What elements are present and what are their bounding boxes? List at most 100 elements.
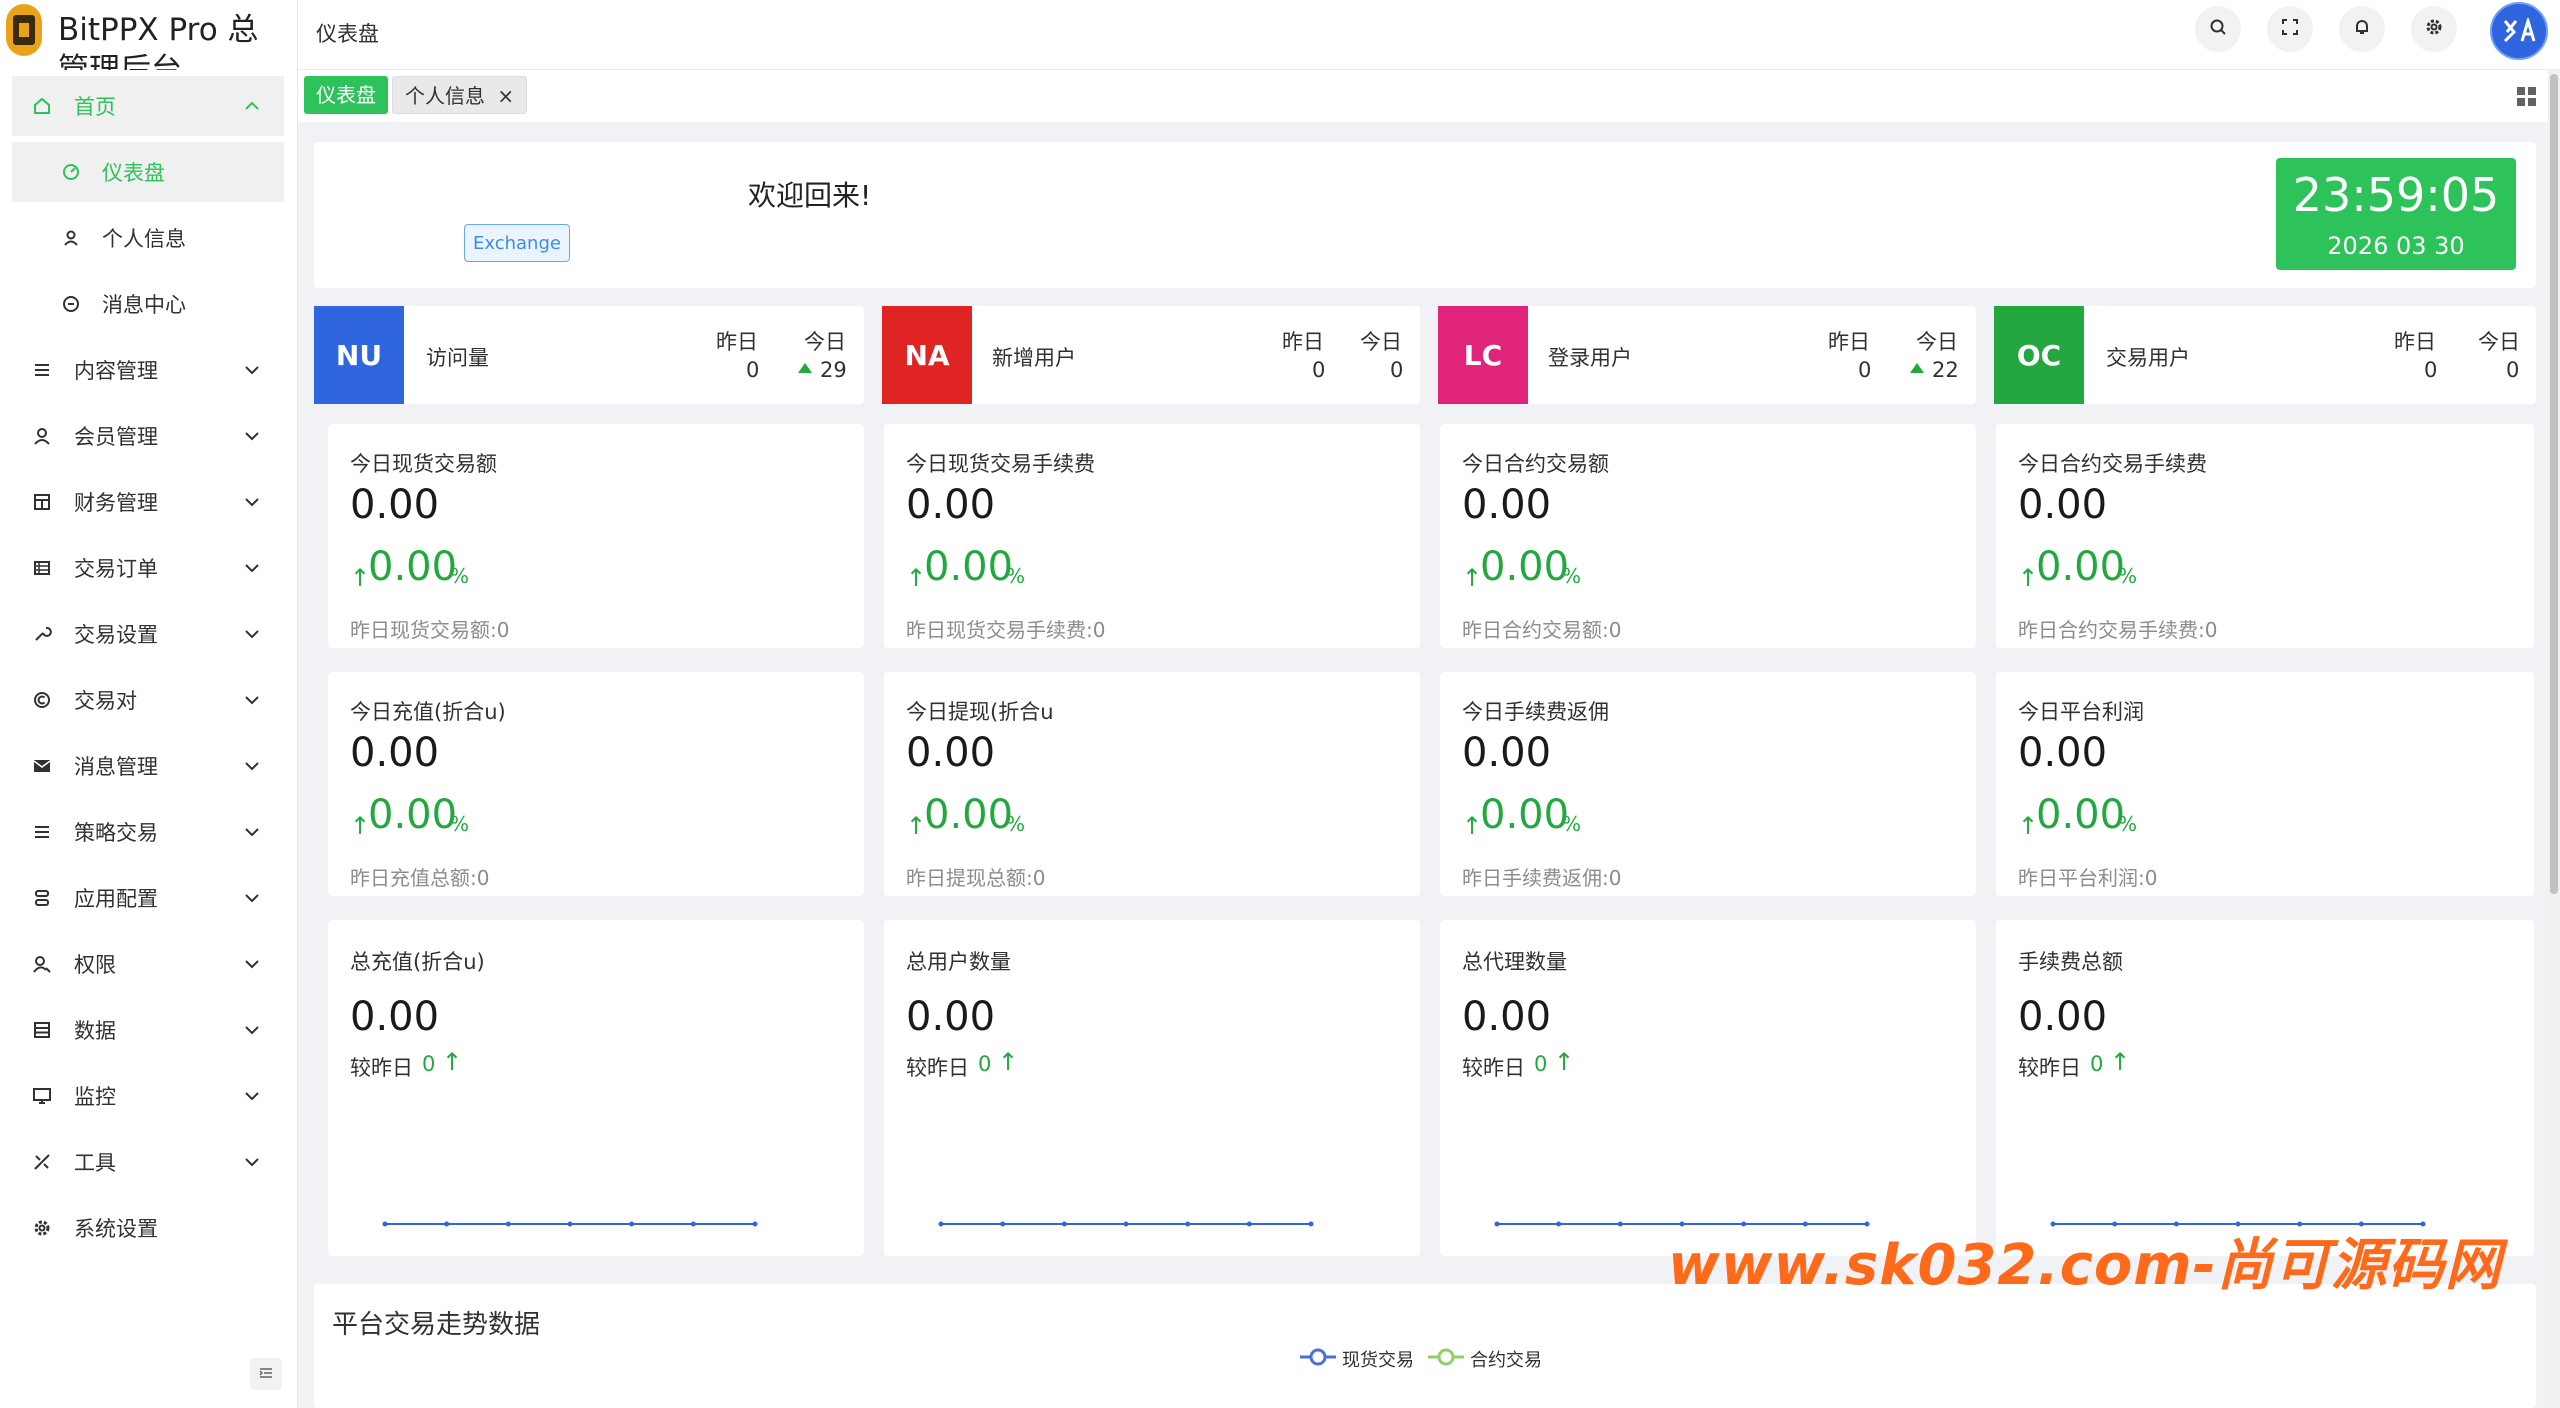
fullscreen-button[interactable] (2267, 6, 2313, 52)
close-icon[interactable]: × (497, 84, 514, 108)
sidebar-item-label: 财务管理 (74, 491, 158, 515)
metric-subtext: 昨日合约交易手续费:0 (2018, 618, 2218, 642)
stat-today-value: 29 (820, 358, 847, 382)
tag-dashboard[interactable]: 仪表盘 (304, 76, 388, 114)
stat-today-value: 22 (1932, 358, 1959, 382)
logo-icon (6, 4, 42, 56)
sparkline-point (1556, 1221, 1562, 1227)
total-value: 0.00 (906, 994, 996, 1040)
stat-label: 交易用户 (2106, 346, 2190, 370)
sidebar-item-content[interactable]: 内容管理 (12, 340, 284, 400)
metric-pct-unit: % (1562, 812, 1582, 836)
sidebar-item-label: 内容管理 (74, 359, 158, 383)
user-icon (60, 227, 82, 249)
metric-card: 今日合约交易手续费 0.00 ↑ 0.00 % 昨日合约交易手续费:0 (1996, 424, 2534, 648)
wrench-icon (30, 622, 54, 646)
welcome-panel: 欢迎回来! Exchange 23:59:05 2026 03 30 (314, 142, 2536, 288)
total-compare-value: 0 (2090, 1052, 2104, 1076)
sidebar-sub-profile[interactable]: 个人信息 (12, 208, 284, 268)
sidebar-item-label: 消息管理 (74, 755, 158, 779)
metric-subtext: 昨日平台利润:0 (2018, 866, 2158, 890)
sidebar-item-finance[interactable]: 财务管理 (12, 472, 284, 532)
stat-yesterday-label: 昨日 (716, 330, 758, 354)
sidebar-item-system-settings[interactable]: 系统设置 (12, 1198, 284, 1258)
sidebar-item-monitor[interactable]: 监控 (12, 1066, 284, 1126)
tag-profile[interactable]: 个人信息 × (392, 76, 528, 114)
user-key-icon (30, 952, 54, 976)
tag-label: 个人信息 (405, 84, 485, 108)
stat-yesterday-value: 0 (746, 358, 760, 382)
chevron-down-icon (242, 954, 262, 974)
sparkline-point (752, 1221, 758, 1227)
sparkline-point (382, 1221, 388, 1227)
mail-icon (30, 754, 54, 778)
exchange-button[interactable]: Exchange (464, 224, 570, 262)
sidebar-item-pairs[interactable]: 交易对 (12, 670, 284, 730)
metric-pct: 0.00 (2036, 792, 2126, 838)
breadcrumb[interactable]: 仪表盘 (316, 18, 379, 48)
collapse-icon (258, 1362, 274, 1386)
sidebar-item-home[interactable]: 首页 (12, 76, 284, 136)
sparkline-point (938, 1221, 944, 1227)
metric-pct: 0.00 (368, 792, 458, 838)
legend-label-contract[interactable]: 合约交易 (1470, 1346, 1542, 1372)
metric-value: 0.00 (906, 730, 996, 776)
metric-subtext: 昨日提现总额:0 (906, 866, 1046, 890)
metric-pct: 0.00 (924, 792, 1014, 838)
legend-marker-spot[interactable] (1300, 1347, 1336, 1372)
metric-pct-unit: % (1006, 812, 1026, 836)
collapse-sidebar-button[interactable] (250, 1358, 282, 1390)
home-icon (30, 94, 54, 118)
scrollbar-track[interactable] (2548, 70, 2560, 1408)
sidebar-item-trade-settings[interactable]: 交易设置 (12, 604, 284, 664)
sidebar-item-permissions[interactable]: 权限 (12, 934, 284, 994)
sidebar-item-tools[interactable]: 工具 (12, 1132, 284, 1192)
database-icon (30, 1018, 54, 1042)
stat-today-label: 今日 (1360, 330, 1402, 354)
stat-badge: NA (882, 306, 972, 404)
total-title: 手续费总额 (2018, 950, 2123, 974)
metric-pct-unit: % (2118, 564, 2138, 588)
list-icon (30, 358, 54, 382)
legend-label-spot[interactable]: 现货交易 (1342, 1346, 1414, 1372)
sparkline-point (1123, 1221, 1129, 1227)
sidebar-item-members[interactable]: 会员管理 (12, 406, 284, 466)
stat-label: 新增用户 (992, 346, 1076, 370)
sidebar-item-messages[interactable]: 消息管理 (12, 736, 284, 796)
fullscreen-icon (2280, 17, 2300, 42)
metric-title: 今日合约交易额 (1462, 452, 1609, 476)
sidebar-item-orders[interactable]: 交易订单 (12, 538, 284, 598)
total-card: 手续费总额 0.00 较昨日 0 ↑ (1996, 920, 2534, 1256)
scrollbar-thumb[interactable] (2550, 74, 2558, 894)
metric-card: 今日现货交易手续费 0.00 ↑ 0.00 % 昨日现货交易手续费:0 (884, 424, 1420, 648)
sparkline-point (1308, 1221, 1314, 1227)
arrow-up-icon: ↑ (2110, 1048, 2131, 1076)
legend-marker-contract[interactable] (1428, 1347, 1464, 1372)
search-button[interactable] (2195, 6, 2241, 52)
sidebar-item-label: 首页 (74, 95, 116, 119)
sidebar-item-label: 应用配置 (74, 887, 158, 911)
table-icon (30, 556, 54, 580)
grid-menu-icon[interactable] (2516, 86, 2538, 108)
settings-button[interactable] (2411, 6, 2457, 52)
avatar[interactable] (2490, 2, 2548, 60)
sparkline-point (567, 1221, 573, 1227)
sparkline-point (505, 1221, 511, 1227)
sidebar-item-label: 系统设置 (74, 1217, 158, 1241)
notifications-button[interactable] (2339, 6, 2385, 52)
metric-title: 今日提现(折合u (906, 700, 1054, 724)
sidebar-item-app-config[interactable]: 应用配置 (12, 868, 284, 928)
metric-value: 0.00 (350, 482, 440, 528)
sidebar-item-data[interactable]: 数据 (12, 1000, 284, 1060)
tags-bar: 仪表盘 个人信息 × (298, 70, 2548, 122)
sidebar-item-label: 交易对 (74, 689, 137, 713)
sparkline-point (1000, 1221, 1006, 1227)
metric-card: 今日充值(折合u) 0.00 ↑ 0.00 % 昨日充值总额:0 (328, 672, 864, 896)
sidebar-sub-messages[interactable]: 消息中心 (12, 274, 284, 334)
sidebar-item-strategy[interactable]: 策略交易 (12, 802, 284, 862)
sidebar-item-label: 数据 (74, 1019, 116, 1043)
total-value: 0.00 (1462, 994, 1552, 1040)
menu-icon (30, 820, 54, 844)
stat-card: OC 交易用户 昨日 0 今日 0 (1994, 306, 2536, 404)
sidebar-sub-dashboard[interactable]: 仪表盘 (12, 142, 284, 202)
